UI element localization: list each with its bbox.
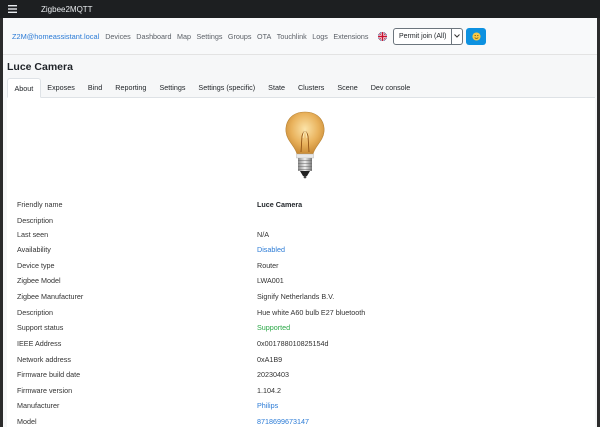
info-label: IEEE Address xyxy=(17,339,62,348)
info-label: Network address xyxy=(17,355,71,364)
nav-logs[interactable]: Logs xyxy=(312,32,328,41)
info-label: Manufacturer xyxy=(17,401,60,410)
theme-toggle-button[interactable] xyxy=(466,27,487,45)
availability-link[interactable]: Disabled xyxy=(257,245,285,254)
manufacturer-link[interactable]: Philips xyxy=(257,401,278,410)
info-label: Support status xyxy=(17,323,64,332)
firmware-version-value: 1.104.2 xyxy=(257,386,281,395)
app-window: Z2M@homeassistant.local Devices Dashboar… xyxy=(3,18,597,427)
tab-exposes[interactable]: Exposes xyxy=(41,78,82,97)
nav-dashboard[interactable]: Dashboard xyxy=(136,32,171,41)
navbar: Z2M@homeassistant.local Devices Dashboar… xyxy=(3,18,597,55)
nav-map[interactable]: Map xyxy=(177,32,191,41)
nav-groups[interactable]: Groups xyxy=(228,32,252,41)
info-label: Firmware version xyxy=(17,386,73,395)
info-row: Network address 0xA1B9 xyxy=(17,355,587,369)
info-label: Availability xyxy=(17,245,51,254)
tab-settings-specific[interactable]: Settings (specific) xyxy=(192,78,262,97)
info-row: Last seen N/A xyxy=(17,230,587,244)
tab-state[interactable]: State xyxy=(262,78,292,97)
device-type-value: Router xyxy=(257,261,279,270)
tab-settings[interactable]: Settings xyxy=(153,78,192,97)
firmware-build-date-value: 20230403 xyxy=(257,370,289,379)
nav-ota[interactable]: OTA xyxy=(257,32,271,41)
permit-join-button[interactable]: Permit join (All) xyxy=(394,29,451,44)
info-row: Availability Disabled xyxy=(17,245,587,259)
network-address-value: 0xA1B9 xyxy=(257,355,283,364)
info-label: Friendly name xyxy=(17,200,63,209)
emoji-icon xyxy=(472,31,481,41)
info-row: Device type Router xyxy=(17,261,587,275)
info-row: Model 8718699673147 xyxy=(17,417,587,427)
nav-settings[interactable]: Settings xyxy=(196,32,222,41)
uk-flag-icon[interactable] xyxy=(377,31,387,41)
info-row: Friendly name Luce Camera xyxy=(17,200,587,214)
tab-scene[interactable]: Scene xyxy=(331,78,364,97)
ieee-address-value: 0x0017880108​25154d xyxy=(257,339,329,348)
model-description-value: Hue white A60 bulb E27 bluetooth xyxy=(257,308,366,317)
nav-extensions[interactable]: Extensions xyxy=(333,32,368,41)
zigbee-manufacturer-value: Signify Netherlands B.V. xyxy=(257,292,335,301)
tab-dev-console[interactable]: Dev console xyxy=(364,78,417,97)
zigbee-model-value: LWA001 xyxy=(257,276,284,285)
permit-join-group: Permit join (All) xyxy=(392,27,464,45)
info-label: Description xyxy=(17,216,53,225)
info-label: Zigbee Manufacturer xyxy=(17,292,84,301)
info-label: Description xyxy=(17,308,53,317)
tab-about[interactable]: About xyxy=(7,78,41,98)
last-seen-value: N/A xyxy=(257,230,269,239)
info-label: Model xyxy=(17,417,37,426)
support-status-value: Supported xyxy=(257,323,291,332)
about-panel: Friendly name Luce Camera Description La… xyxy=(7,98,595,427)
top-app-bar: Zigbee2MQTT xyxy=(0,0,600,18)
info-row: Description Hue white A60 bulb E27 bluet… xyxy=(17,308,587,322)
info-row: Firmware build date 20230403 xyxy=(17,370,587,384)
info-row: Zigbee Model LWA001 xyxy=(17,276,587,290)
info-label: Device type xyxy=(17,261,55,270)
app-title: Zigbee2MQTT xyxy=(41,4,93,14)
permit-join-dropdown[interactable] xyxy=(451,28,462,44)
tab-clusters[interactable]: Clusters xyxy=(291,78,330,97)
chevron-down-icon xyxy=(454,34,461,38)
info-row: Zigbee Manufacturer Signify Netherlands … xyxy=(17,292,587,306)
info-row: Description xyxy=(17,216,587,230)
nav-touchlink[interactable]: Touchlink xyxy=(277,32,307,41)
model-link[interactable]: 8718699673147 xyxy=(257,417,309,426)
info-label: Last seen xyxy=(17,230,49,239)
info-row: Manufacturer Philips xyxy=(17,401,587,415)
info-label: Firmware build date xyxy=(17,370,81,379)
tab-reporting[interactable]: Reporting xyxy=(109,78,153,97)
page-title: Luce Camera xyxy=(7,61,73,73)
brand-link[interactable]: Z2M@homeassistant.local xyxy=(12,32,99,41)
friendly-name-value[interactable]: Luce Camera xyxy=(257,200,302,209)
light-bulb-image xyxy=(285,111,325,179)
info-row: Firmware version 1.104.2 xyxy=(17,386,587,400)
nav-devices[interactable]: Devices xyxy=(105,32,131,41)
info-row: IEEE Address 0x0017880108​25154d xyxy=(17,339,587,353)
device-tabs: About Exposes Bind Reporting Settings Se… xyxy=(7,78,595,98)
info-label: Zigbee Model xyxy=(17,276,61,285)
tab-bind[interactable]: Bind xyxy=(81,78,108,97)
info-row: Support status Supported xyxy=(17,323,587,337)
hamburger-menu-icon[interactable] xyxy=(0,0,24,18)
